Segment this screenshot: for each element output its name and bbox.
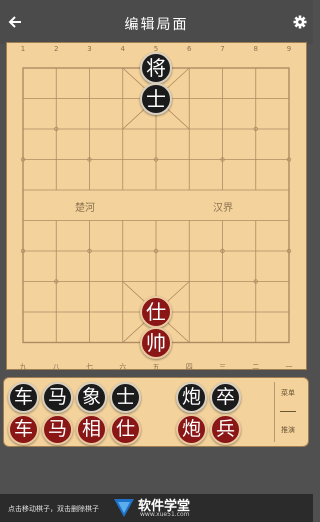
red-piece-tray[interactable]: 车 bbox=[8, 414, 39, 445]
chess-board[interactable]: 123456789 九八七六五四三二一 楚河 汉界 将士仕帅 bbox=[6, 42, 307, 371]
red-piece-tray[interactable]: 仕 bbox=[110, 414, 141, 445]
hint-text: 点击移动棋子，双击删除棋子 bbox=[8, 505, 99, 513]
deduce-button[interactable]: 推演 bbox=[273, 425, 303, 435]
river-label-han: 汉界 bbox=[213, 202, 233, 214]
title-bar: 编辑局面 bbox=[0, 0, 313, 44]
watermark-url: www.xue51.com bbox=[140, 511, 190, 518]
menu-button[interactable]: 菜单 bbox=[273, 388, 303, 398]
black-piece-tray[interactable]: 卒 bbox=[210, 382, 241, 413]
black-piece-tray[interactable]: 士 bbox=[110, 382, 141, 413]
piece-tray: 车马象士炮卒 车马相仕炮兵 bbox=[3, 377, 309, 447]
red-piece-tray[interactable]: 马 bbox=[42, 414, 73, 445]
gear-icon[interactable] bbox=[293, 15, 307, 29]
red-piece-tray[interactable]: 炮 bbox=[176, 414, 207, 445]
black-piece-board[interactable]: 士 bbox=[140, 82, 172, 115]
red-piece-board[interactable]: 帅 bbox=[140, 326, 172, 359]
black-piece-board[interactable]: 将 bbox=[140, 52, 172, 84]
page-title: 编辑局面 bbox=[124, 17, 189, 33]
red-piece-board[interactable]: 仕 bbox=[140, 296, 172, 328]
black-piece-tray[interactable]: 象 bbox=[76, 382, 107, 413]
black-piece-tray[interactable]: 马 bbox=[42, 382, 73, 413]
side-divider bbox=[280, 411, 296, 412]
black-piece-tray[interactable]: 车 bbox=[8, 382, 39, 413]
watermark-logo-icon bbox=[114, 499, 134, 517]
black-piece-tray[interactable]: 炮 bbox=[176, 382, 207, 413]
river-label-chu: 楚河 bbox=[75, 201, 95, 214]
footer-bar: 点击移动棋子，双击删除棋子 软件学堂 www.xue51.com bbox=[0, 494, 313, 522]
red-piece-tray[interactable]: 兵 bbox=[210, 414, 241, 445]
red-piece-tray[interactable]: 相 bbox=[76, 414, 107, 445]
